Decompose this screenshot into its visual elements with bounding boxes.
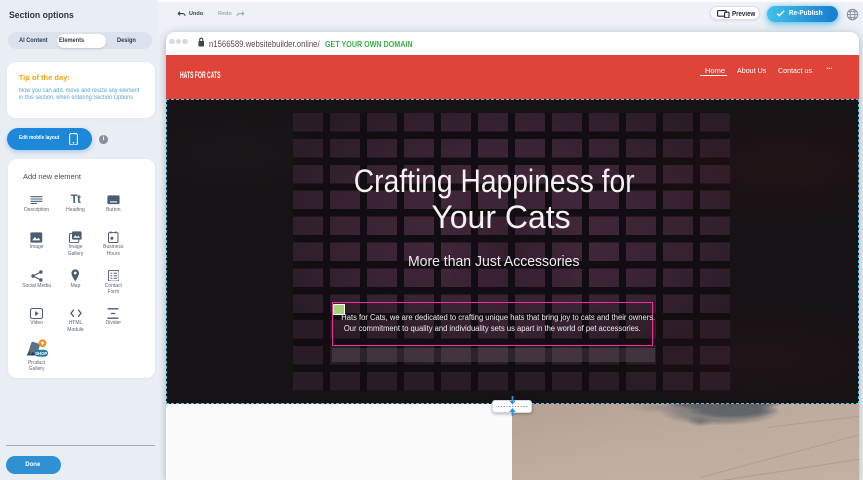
svg-text:SHOP: SHOP [35, 351, 47, 356]
